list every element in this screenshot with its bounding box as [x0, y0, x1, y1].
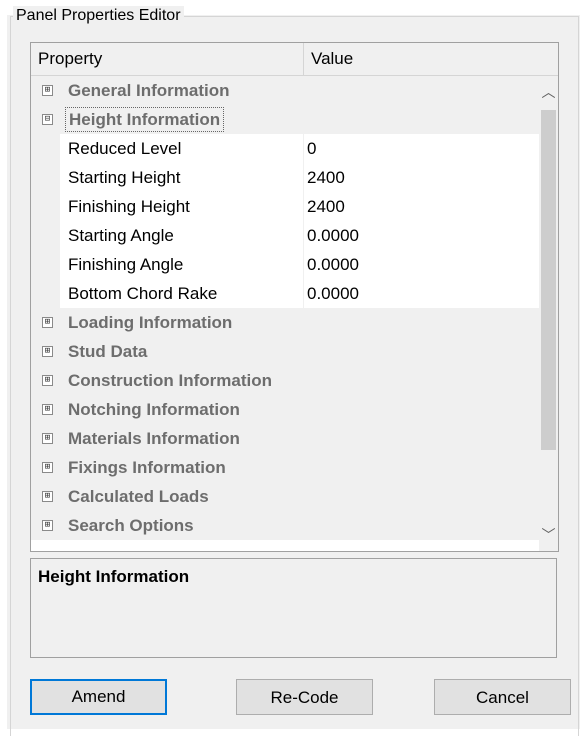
property-grid: Property Value ⊞ General Information ⊟ Heig… — [30, 42, 559, 552]
category-row[interactable]: ⊞ Stud Data — [31, 337, 539, 366]
recode-button[interactable]: Re-Code — [236, 679, 373, 715]
category-row[interactable]: ⊞ Fixings Information — [31, 453, 539, 482]
category-row[interactable]: ⊟ Height Information — [31, 105, 539, 134]
property-row[interactable]: Bottom Chord Rake 0.0000 — [31, 279, 539, 308]
property-name: Starting Angle — [68, 226, 174, 245]
property-name: Reduced Level — [68, 139, 182, 158]
category-label: Height Information — [65, 107, 225, 132]
property-row[interactable]: Starting Height 2400 — [31, 163, 539, 192]
row-gutter — [31, 134, 60, 163]
vertical-scrollbar[interactable]: ︿ ﹀ — [539, 76, 558, 551]
row-divider — [303, 163, 304, 192]
property-name: Starting Height — [68, 168, 181, 187]
row-divider — [303, 134, 304, 163]
expand-icon[interactable]: ⊞ — [42, 85, 53, 96]
chevron-up-icon[interactable]: ︿ — [539, 76, 558, 108]
column-divider[interactable] — [303, 43, 304, 75]
category-label: General Information — [68, 81, 230, 100]
category-row[interactable]: ⊞ General Information — [31, 76, 539, 105]
column-header-value[interactable]: Value — [311, 43, 353, 75]
property-row[interactable]: Finishing Height 2400 — [31, 192, 539, 221]
property-name: Bottom Chord Rake — [68, 284, 218, 303]
category-label: Loading Information — [68, 313, 233, 332]
expand-icon[interactable]: ⊞ — [42, 520, 53, 531]
expand-icon[interactable]: ⊞ — [42, 491, 53, 502]
row-gutter — [31, 221, 60, 250]
expand-icon[interactable]: ⊞ — [42, 317, 53, 328]
property-name: Finishing Angle — [68, 255, 184, 274]
category-label: Stud Data — [68, 342, 148, 361]
amend-button[interactable]: Amend — [30, 679, 167, 715]
row-divider — [303, 221, 304, 250]
category-row[interactable]: ⊞ Calculated Loads — [31, 482, 539, 511]
category-label: Notching Information — [68, 400, 240, 419]
expand-icon[interactable]: ⊞ — [42, 404, 53, 415]
description-title: Height Information — [38, 567, 190, 586]
grid-rows: ⊞ General Information ⊟ Height Information R… — [31, 76, 539, 540]
category-label: Calculated Loads — [68, 487, 209, 506]
group-title: Panel Properties Editor — [13, 6, 184, 26]
category-label: Materials Information — [68, 429, 240, 448]
category-label: Fixings Information — [68, 458, 226, 477]
row-gutter — [31, 163, 60, 192]
property-value[interactable]: 2400 — [307, 192, 345, 221]
category-label: Search Options — [68, 516, 194, 535]
category-row[interactable]: ⊞ Materials Information — [31, 424, 539, 453]
row-gutter — [31, 279, 60, 308]
scrollbar-thumb[interactable] — [541, 110, 556, 450]
property-row[interactable]: Finishing Angle 0.0000 — [31, 250, 539, 279]
row-divider — [303, 250, 304, 279]
collapse-icon[interactable]: ⊟ — [42, 114, 53, 125]
row-gutter — [31, 250, 60, 279]
property-name: Finishing Height — [68, 197, 190, 216]
property-value[interactable]: 0.0000 — [307, 221, 359, 250]
column-header-property[interactable]: Property — [38, 43, 102, 75]
category-row[interactable]: ⊞ Search Options — [31, 511, 539, 540]
category-row[interactable]: ⊞ Construction Information — [31, 366, 539, 395]
row-gutter — [31, 192, 60, 221]
property-row[interactable]: Reduced Level 0 — [31, 134, 539, 163]
expand-icon[interactable]: ⊞ — [42, 462, 53, 473]
property-value[interactable]: 0 — [307, 134, 316, 163]
category-row[interactable]: ⊞ Loading Information — [31, 308, 539, 337]
description-panel: Height Information — [30, 558, 557, 658]
property-value[interactable]: 0.0000 — [307, 250, 359, 279]
chevron-down-icon[interactable]: ﹀ — [539, 519, 558, 551]
category-row[interactable]: ⊞ Notching Information — [31, 395, 539, 424]
row-divider — [303, 279, 304, 308]
cancel-button[interactable]: Cancel — [434, 679, 571, 715]
expand-icon[interactable]: ⊞ — [42, 375, 53, 386]
expand-icon[interactable]: ⊞ — [42, 346, 53, 357]
category-label: Construction Information — [68, 371, 272, 390]
property-value[interactable]: 0.0000 — [307, 279, 359, 308]
expand-icon[interactable]: ⊞ — [42, 433, 53, 444]
row-divider — [303, 192, 304, 221]
property-row[interactable]: Starting Angle 0.0000 — [31, 221, 539, 250]
property-value[interactable]: 2400 — [307, 163, 345, 192]
grid-header: Property Value — [31, 43, 558, 76]
